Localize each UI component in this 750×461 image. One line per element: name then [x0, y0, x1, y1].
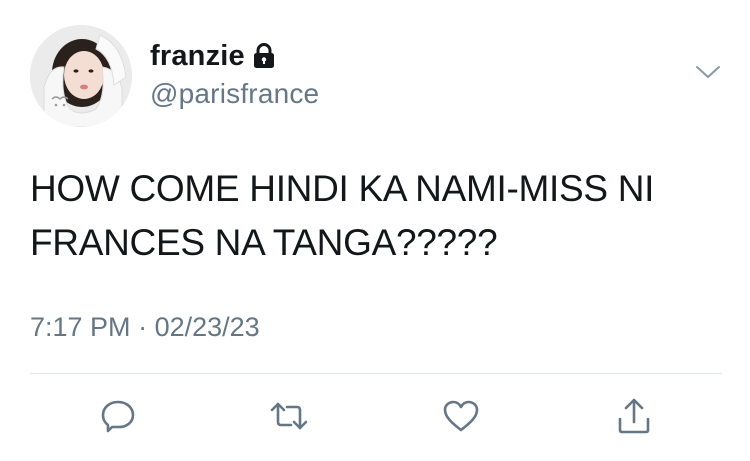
share-button[interactable] [614, 396, 654, 436]
like-button[interactable] [441, 396, 481, 436]
avatar[interactable] [30, 25, 132, 127]
reply-button[interactable] [98, 396, 138, 436]
display-name-row[interactable]: franzie [150, 38, 275, 74]
timestamp-separator: · [138, 312, 148, 342]
display-name[interactable]: franzie [150, 40, 245, 73]
tweet-time: 7:17 PM [30, 312, 131, 342]
reply-icon [100, 399, 136, 433]
tweet-timestamp: 7:17 PM · 02/23/23 [30, 312, 260, 343]
retweet-button[interactable] [269, 396, 309, 436]
chevron-down-icon[interactable] [694, 62, 722, 82]
like-icon [442, 399, 480, 433]
share-icon [617, 397, 651, 435]
tweet-text: HOW COME HINDI KA NAMI-MISS NI FRANCES N… [30, 168, 655, 263]
divider [30, 373, 722, 374]
lock-icon [253, 43, 275, 69]
profile-photo [30, 25, 132, 127]
tweet-date: 02/23/23 [154, 312, 260, 342]
retweet-icon [269, 400, 309, 432]
user-handle[interactable]: @parisfrance [150, 78, 319, 110]
